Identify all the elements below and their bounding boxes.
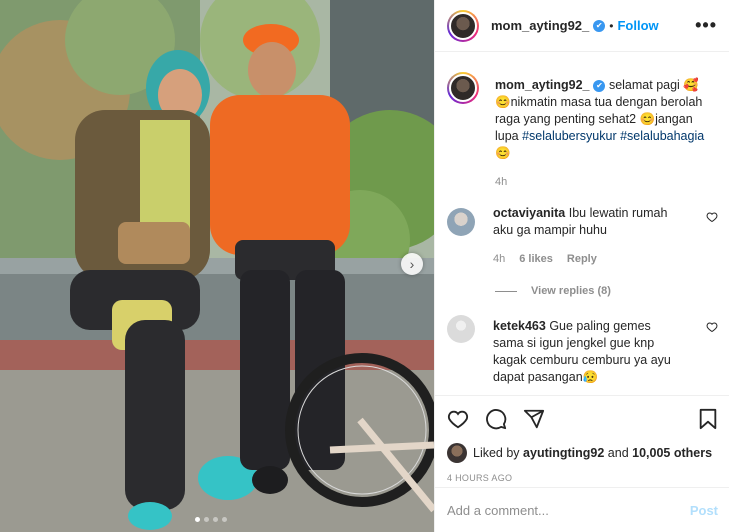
comment-input[interactable] <box>447 502 690 518</box>
reply-button[interactable]: Reply <box>567 251 597 268</box>
hashtag-link[interactable]: #selalubahagia <box>620 129 704 143</box>
comment-avatar[interactable] <box>447 315 475 343</box>
comment-item: octaviyanita Ibu lewatin rumah aku ga ma… <box>447 191 718 268</box>
caption-username[interactable]: mom_ayting92_ <box>495 78 589 92</box>
add-comment-bar: Post <box>435 487 729 532</box>
comment-username[interactable]: octaviyanita <box>493 206 565 220</box>
verified-icon: ✔ <box>593 19 606 32</box>
comment-username[interactable]: ketek463 <box>493 319 546 333</box>
share-icon[interactable] <box>523 408 545 430</box>
post-header: mom_ayting92_ ✔ • Follow ••• <box>435 0 729 52</box>
carousel-dot <box>195 517 200 522</box>
comment-item: ketek463 Gue paling gemes sama si igun j… <box>447 297 718 386</box>
view-replies-button[interactable]: View replies (8) <box>495 285 718 297</box>
post-timestamp[interactable]: 4 HOURS AGO <box>447 473 718 483</box>
caption-line-3: 😊 <box>495 146 511 160</box>
heart-icon[interactable] <box>706 321 718 333</box>
bookmark-icon[interactable] <box>698 408 718 430</box>
carousel-dot <box>213 517 218 522</box>
header-separator: • <box>609 18 614 33</box>
verified-icon: ✔ <box>593 79 606 92</box>
caption: mom_ayting92_ ✔ selamat pagi 🥰 😊nikmatin … <box>447 58 718 191</box>
more-options-icon[interactable]: ••• <box>695 15 717 36</box>
post-comment-button[interactable]: Post <box>690 503 718 518</box>
carousel-dot <box>222 517 227 522</box>
comment-meta: 4h 6 likes Reply <box>493 251 683 268</box>
author-avatar[interactable] <box>447 9 479 42</box>
caption-line-1: selamat pagi 🥰 <box>605 78 699 92</box>
likes-count[interactable]: 10,005 others <box>632 446 712 460</box>
hashtag-link[interactable]: #selalubersyukur <box>522 129 617 143</box>
caption-text: mom_ayting92_ ✔ selamat pagi 🥰 😊nikmatin … <box>495 77 705 191</box>
photo-illustration <box>0 0 434 532</box>
author-username[interactable]: mom_ayting92_ <box>491 18 589 33</box>
comment-avatar[interactable] <box>447 208 475 236</box>
comment-likes[interactable]: 6 likes <box>519 251 553 268</box>
carousel-next-button[interactable]: › <box>401 253 423 275</box>
comment-time[interactable]: 4h <box>493 251 505 268</box>
post-sidebar: mom_ayting92_ ✔ • Follow ••• mom_ayting9… <box>434 0 729 532</box>
liker-username[interactable]: ayutingting92 <box>523 446 604 460</box>
caption-meta: 4h <box>495 174 705 191</box>
action-bar <box>447 404 718 434</box>
comment-text: octaviyanita Ibu lewatin rumah aku ga ma… <box>493 205 683 268</box>
likes-middle: and <box>607 446 629 460</box>
liker-avatar[interactable] <box>447 443 467 463</box>
like-heart-icon[interactable] <box>447 408 469 430</box>
likes-summary: Liked by ayutingting92 and 10,005 others <box>447 443 718 463</box>
post-actions: Liked by ayutingting92 and 10,005 others… <box>435 395 729 483</box>
follow-button[interactable]: Follow <box>617 18 658 33</box>
divider <box>495 290 517 292</box>
comments-list[interactable]: mom_ayting92_ ✔ selamat pagi 🥰 😊nikmatin … <box>435 58 729 388</box>
likes-prefix: Liked by <box>473 446 520 460</box>
view-replies-label: View replies (8) <box>531 285 611 297</box>
carousel-indicator <box>195 517 227 522</box>
comment-text: ketek463 Gue paling gemes sama si igun j… <box>493 318 683 386</box>
caption-avatar[interactable] <box>447 72 479 104</box>
comment-icon[interactable] <box>485 408 507 430</box>
carousel-dot <box>204 517 209 522</box>
caption-time[interactable]: 4h <box>495 174 507 191</box>
heart-icon[interactable] <box>706 211 718 223</box>
post-photo[interactable]: › <box>0 0 434 532</box>
